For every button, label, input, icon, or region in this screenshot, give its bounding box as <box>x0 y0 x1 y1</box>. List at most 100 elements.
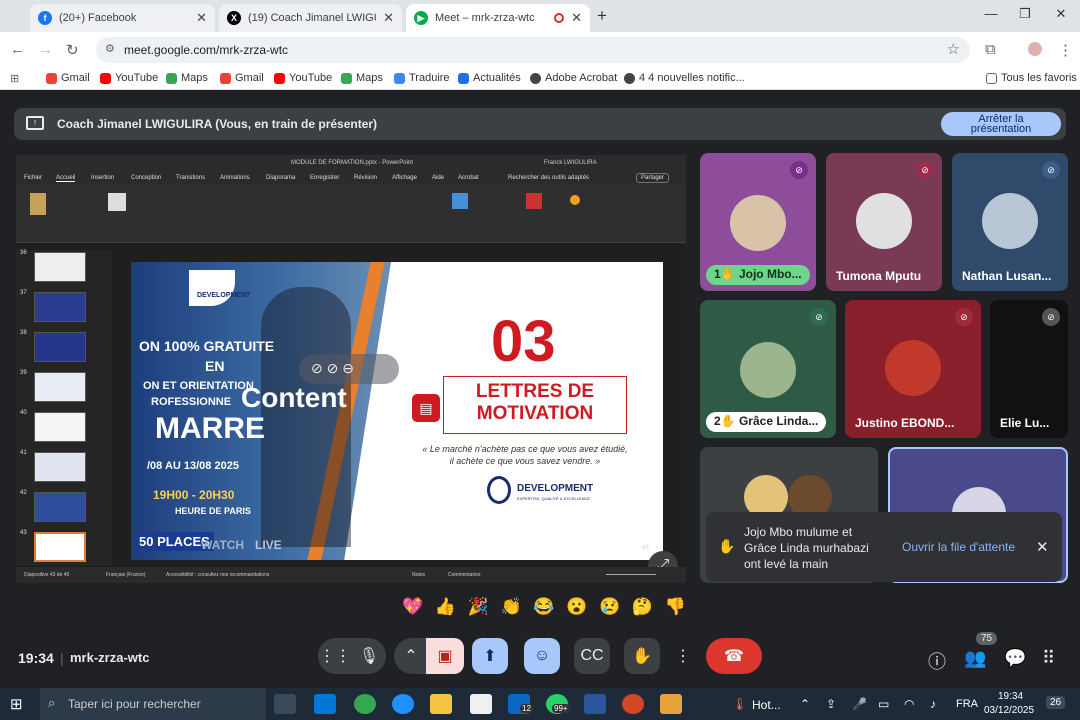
open-queue-link[interactable]: Ouvrir la file d'attente <box>902 540 1015 554</box>
participant-tile[interactable]: ⊘ Elie Lu... <box>990 300 1068 438</box>
slide-thumb[interactable]: 40 <box>18 410 108 444</box>
leave-call-button[interactable]: ☎ <box>706 638 762 674</box>
emoji-reactions-button[interactable]: ☺ <box>524 638 560 674</box>
slide-thumb[interactable]: 42 <box>18 490 108 524</box>
more-options-icon[interactable]: ⋮ <box>668 638 698 674</box>
notification-text: Jojo Mbo mulume et Grâce Linda murhabazi… <box>744 525 869 571</box>
zoom-slider[interactable] <box>606 574 656 575</box>
floating-controls[interactable]: ⊘ ⊘ ⊖ <box>299 354 399 384</box>
designer-icon[interactable] <box>452 193 468 209</box>
participant-tile[interactable]: ⊘ 1✋ Jojo Mbo... <box>700 153 816 291</box>
new-slide-icon[interactable] <box>108 193 126 211</box>
chrome-icon[interactable] <box>354 694 376 714</box>
close-icon[interactable]: ✕ <box>1036 538 1049 556</box>
thumbs-down-reaction[interactable]: 👎 <box>665 597 686 623</box>
laugh-reaction[interactable]: 😂 <box>533 597 554 623</box>
slide-thumb[interactable]: 36 <box>18 250 108 284</box>
thinking-reaction[interactable]: 🤔 <box>632 597 653 623</box>
raise-hand-button[interactable]: ✋ <box>624 638 660 674</box>
bookmark-gmail[interactable]: Gmail <box>46 72 90 84</box>
development-logo-icon <box>487 476 511 504</box>
reload-icon[interactable]: ↻ <box>66 41 79 59</box>
profile-avatar[interactable] <box>1028 42 1042 56</box>
network-icon[interactable]: ⇪ <box>826 697 836 711</box>
tray-chevron-icon[interactable]: ⌃ <box>800 697 810 711</box>
slide-thumb[interactable]: 39 <box>18 370 108 404</box>
url-field[interactable]: ⚙ meet.google.com/mrk-zrza-wtc ☆ <box>96 37 970 63</box>
participant-tile[interactable]: ⊘ Justino EBOND... <box>845 300 981 438</box>
outlook-icon[interactable] <box>314 694 336 714</box>
bookmark-maps[interactable]: Maps <box>166 72 208 84</box>
activities-grid-icon[interactable]: ⠿ <box>1042 648 1055 669</box>
menu-dots-icon[interactable]: ⋮ <box>1058 41 1073 59</box>
sad-reaction[interactable]: 😢 <box>599 597 620 623</box>
close-tab-icon[interactable]: ✕ <box>383 10 394 26</box>
wifi-icon[interactable]: ◠ <box>904 697 914 711</box>
paste-icon[interactable] <box>30 193 46 215</box>
mic-tray-icon[interactable]: 🎤 <box>852 697 867 711</box>
sparkling-heart-reaction[interactable]: 💖 <box>402 597 423 623</box>
participant-tile[interactable]: ⊘ 2✋ Grâce Linda... <box>700 300 836 438</box>
bookmark-traduire[interactable]: Traduire <box>394 72 450 84</box>
back-icon[interactable]: ← <box>10 41 25 58</box>
bookmark-youtube[interactable]: YouTube <box>100 72 158 84</box>
restore-icon[interactable]: ❐ <box>1010 6 1040 26</box>
bookmark-acrobat[interactable]: Adobe Acrobat <box>530 72 617 84</box>
slide-thumb[interactable]: 37 <box>18 290 108 324</box>
x-twitter-icon: X <box>227 11 241 25</box>
forward-icon[interactable]: → <box>38 41 53 58</box>
task-view-icon[interactable] <box>274 694 296 714</box>
apps-grid-icon[interactable]: ⊞ <box>10 72 19 85</box>
present-screen-button[interactable]: ⬆ <box>472 638 508 674</box>
video-settings-icon[interactable]: ⌃ <box>394 638 428 674</box>
captions-icon[interactable]: CC <box>574 638 610 674</box>
settings-gear-icon[interactable] <box>660 694 682 714</box>
surprised-reaction[interactable]: 😮 <box>566 597 587 623</box>
tab-meet[interactable]: ▶ Meet – mrk-zrza-wtc ✕ <box>406 4 590 32</box>
taskbar-search[interactable]: ⌕ Taper ici pour rechercher <box>40 688 266 720</box>
close-tab-icon[interactable]: ✕ <box>196 10 207 26</box>
volume-icon[interactable]: ♪ <box>930 697 936 711</box>
bookmark-gmail-2[interactable]: Gmail <box>220 72 264 84</box>
addins-icon[interactable] <box>570 195 580 205</box>
bookmark-maps-2[interactable]: Maps <box>341 72 383 84</box>
extensions-icon[interactable]: ⧉ <box>985 41 996 58</box>
powerpoint-icon[interactable] <box>622 694 644 714</box>
bookmark-all-favorites[interactable]: Tous les favoris <box>986 72 1077 84</box>
store-icon[interactable] <box>470 694 492 714</box>
slide-thumb-selected[interactable]: 43 <box>18 530 108 564</box>
chat-icon[interactable]: 💬 <box>1004 648 1026 669</box>
meet-control-bar: 19:34 | mrk-zrza-wtc ⋮⋮ 🎙 ⌃ ▣ ⬆ ☺ CC ✋ ⋮… <box>0 632 1080 688</box>
close-tab-icon[interactable]: ✕ <box>571 10 582 26</box>
edge-icon[interactable] <box>392 694 414 714</box>
participant-tile[interactable]: ⊘ Nathan Lusan... <box>952 153 1068 291</box>
word-icon[interactable] <box>584 694 606 714</box>
thumbs-up-reaction[interactable]: 👍 <box>435 597 456 623</box>
close-window-icon[interactable]: ✕ <box>1046 6 1076 26</box>
minimize-icon[interactable]: — <box>976 6 1006 26</box>
file-explorer-icon[interactable] <box>430 694 452 714</box>
stop-presenting-button[interactable]: Arrêter la présentation <box>941 112 1061 136</box>
microphone-icon[interactable]: 🎙 <box>352 638 386 674</box>
slide-thumb[interactable]: 41 <box>18 450 108 484</box>
bookmark-notifications[interactable]: 4 4 nouvelles notific... <box>624 72 745 84</box>
bookmark-actualites[interactable]: Actualités <box>458 72 521 84</box>
bookmark-youtube-2[interactable]: YouTube <box>274 72 332 84</box>
notification-center[interactable]: 26 <box>1046 696 1066 709</box>
tab-facebook[interactable]: f (20+) Facebook ✕ <box>30 4 215 32</box>
windows-start-icon[interactable]: ⊞ <box>10 695 23 713</box>
camera-off-icon[interactable]: ▣ <box>426 638 464 674</box>
clap-reaction[interactable]: 👏 <box>501 597 522 623</box>
pdf-icon[interactable] <box>526 193 542 209</box>
party-reaction[interactable]: 🎉 <box>468 597 489 623</box>
bookmark-star-icon[interactable]: ☆ <box>947 40 960 58</box>
tab-x-profile[interactable]: X (19) Coach Jimanel LWIGULIRA ✕ <box>219 4 402 32</box>
new-tab-button[interactable]: + <box>597 6 607 26</box>
site-info-icon[interactable]: ⚙ <box>105 42 115 55</box>
audio-settings-icon[interactable]: ⋮⋮ <box>318 638 352 674</box>
slide-thumb[interactable]: 38 <box>18 330 108 364</box>
meeting-info-icon[interactable]: ⓘ <box>928 648 946 674</box>
people-icon[interactable]: 👥 <box>964 648 986 669</box>
battery-icon[interactable]: ▭ <box>878 697 889 711</box>
participant-tile[interactable]: ⊘ Tumona Mputu <box>826 153 942 291</box>
